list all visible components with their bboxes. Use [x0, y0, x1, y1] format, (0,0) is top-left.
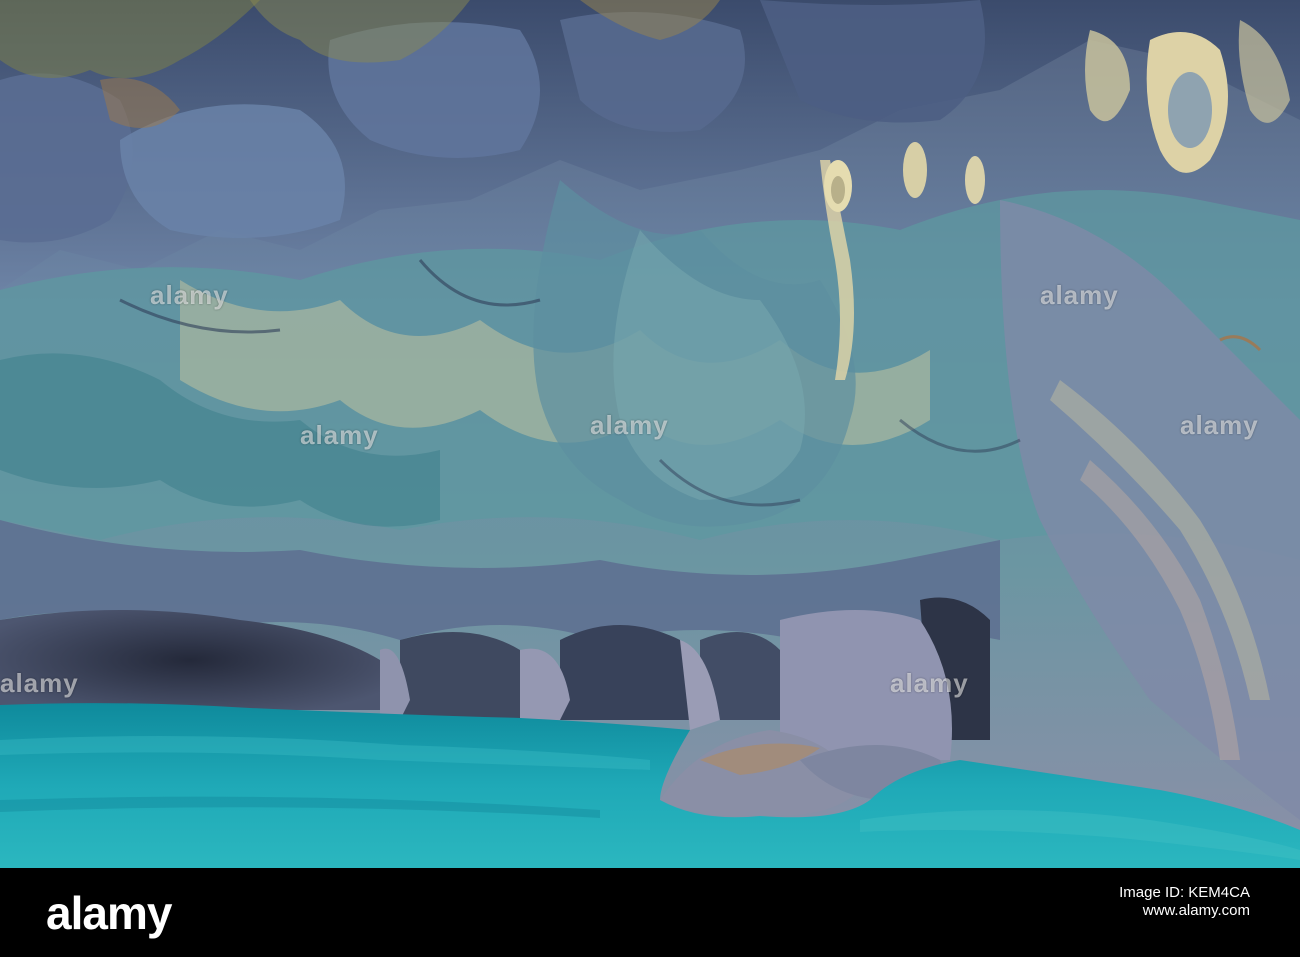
- watermark-text: alamy: [300, 420, 379, 450]
- image-id-label: Image ID: KEM4CA: [1119, 884, 1250, 901]
- photograph-marble-caves: alamy alamy alamy alamy alamy alamy alam…: [0, 0, 1300, 868]
- watermark-text: alamy: [0, 668, 79, 698]
- watermark-text: alamy: [890, 668, 969, 698]
- watermark-text: alamy: [1040, 280, 1119, 310]
- footer-image-info: Image ID: KEM4CA www.alamy.com: [870, 884, 1250, 920]
- watermark-text: alamy: [1180, 410, 1259, 440]
- alamy-logo: alamy: [46, 887, 172, 939]
- footer-bar: alamy Image ID: KEM4CA www.alamy.com: [0, 868, 1300, 957]
- watermark-text: alamy: [590, 410, 669, 440]
- site-domain: www.alamy.com: [1142, 902, 1250, 919]
- watermark-text: alamy: [150, 280, 229, 310]
